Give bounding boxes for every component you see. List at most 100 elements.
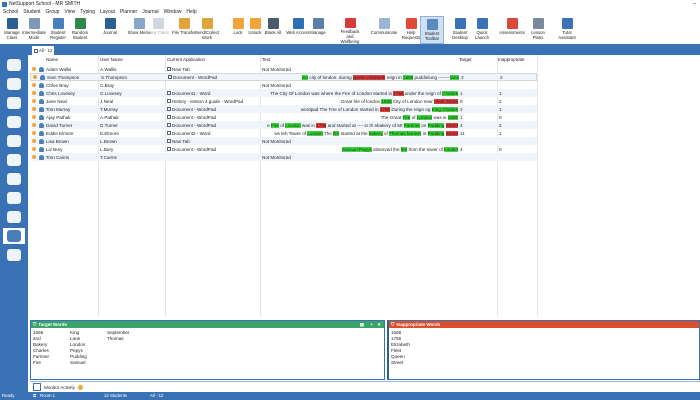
sidebar-presentation-button[interactable] <box>3 247 25 263</box>
menu-school[interactable]: School <box>3 9 18 15</box>
toolbar-random-student-button[interactable]: Random Student <box>68 16 92 44</box>
col-user[interactable]: User Name <box>100 57 123 64</box>
toolbar-student-register-button[interactable]: Student Register <box>46 16 70 44</box>
screen-icon <box>7 154 21 166</box>
student-name: Liz Bury <box>46 146 63 152</box>
menu-group[interactable]: Group <box>46 9 60 15</box>
table-row[interactable]: David Turner D.Turner Document - WordPad e … <box>30 121 537 129</box>
menu-help[interactable]: Help <box>186 9 196 15</box>
table-row[interactable]: Chris Lovesey C.Lovesey Document1 - Word Th… <box>30 89 537 97</box>
text-segment: was in <box>432 114 448 120</box>
table-row[interactable]: Sam Thompson S.Thompson Document - WordPad… <box>30 73 537 81</box>
toolbar-manage-button[interactable]: Manage <box>306 16 330 44</box>
toolbar-tutor-assistant-button[interactable]: Tutor Assistant <box>555 16 579 44</box>
sidebar-disc-button[interactable] <box>3 209 25 225</box>
toolbar-file-transfer-button[interactable]: File Transfer <box>172 16 196 44</box>
student-grid: Name User Name Current Application Text … <box>28 55 700 317</box>
inappropriate-word: Street <box>445 122 458 128</box>
paste-icon[interactable]: ▤ <box>360 322 364 328</box>
sidebar-headset-button[interactable] <box>3 95 25 111</box>
toolbar-label: Communicate <box>370 30 398 35</box>
col-app[interactable]: Current Application <box>167 57 205 64</box>
table-row[interactable]: Ajay Pathak A.Pathak Document - WordPad The… <box>30 113 537 121</box>
toolbar-feedback-and-wellbeing-button[interactable]: Feedback and Wellbeing <box>338 16 362 44</box>
menu-student[interactable]: Student <box>23 9 40 15</box>
target-count: 1 <box>460 90 463 96</box>
sidebar-head-button[interactable] <box>3 114 25 130</box>
user-name: D.Turner <box>100 122 118 128</box>
text-segment: ws teh Tower of <box>274 130 308 136</box>
toolbar-manage-class-button[interactable]: Manage Class <box>0 16 24 44</box>
student-icon <box>39 114 44 120</box>
table-row[interactable]: Eddie Elmore E.Elmore Document2 - Word ws t… <box>30 129 537 137</box>
menu-planner[interactable]: Planner <box>120 9 137 15</box>
target-word: 1666 <box>447 114 458 120</box>
toolbar-label: File Transfer <box>172 30 196 35</box>
user-name: J.Neal <box>100 98 114 104</box>
toolbar-journal-button[interactable]: Journal <box>98 16 122 44</box>
user-name: A.Pathak <box>100 114 119 120</box>
current-application: New Tab <box>167 139 262 144</box>
group-icon <box>34 48 38 53</box>
app-name: Document1 - Word <box>172 90 211 96</box>
table-row[interactable]: Lisa Brown L.Brown New Tab Not Monitored <box>30 137 537 145</box>
menu-journal[interactable]: Journal <box>142 9 158 15</box>
sidebar-screen-button[interactable] <box>3 152 25 168</box>
menu-window[interactable]: Window <box>164 9 182 15</box>
toolbar-label: Student Register <box>49 30 66 40</box>
inappropriate-word: 1756 <box>379 106 391 112</box>
col-inappropriate[interactable]: Inappropriate <box>498 57 525 64</box>
monitor-activity[interactable]: Monitor Activity <box>30 381 700 392</box>
sidebar-home-button[interactable] <box>3 57 25 73</box>
table-row[interactable]: Liz Bury L.Bury Document - WordPad Samuel P… <box>30 145 537 153</box>
table-row[interactable]: Chloe Bray C.Bray Not Monitored <box>30 81 537 89</box>
toolbar-lesson-plans-button[interactable]: Lesson Plans <box>526 16 550 44</box>
toolbar-assessments-button[interactable]: Assessments <box>499 16 525 44</box>
status-icon <box>32 147 36 151</box>
menu-typing[interactable]: Typing <box>80 9 95 15</box>
col-text[interactable]: Text <box>262 57 270 64</box>
sidebar-globe-button[interactable] <box>3 133 25 149</box>
toolbar-label: Feedback and Wellbeing <box>340 29 360 44</box>
clock-icon <box>7 173 21 185</box>
user-name: C.Bray <box>100 82 115 88</box>
target-word-item[interactable]: Samuel <box>70 360 87 366</box>
col-target[interactable]: Target <box>459 57 472 64</box>
target-word-item[interactable]: Fire <box>33 360 49 366</box>
sidebar-clock-button[interactable] <box>3 171 25 187</box>
toolbar-send-collect-work-button[interactable]: Send/Collect Work <box>195 16 219 44</box>
table-row[interactable]: Jane Neal J.Neal History - lesson 4 guide … <box>30 97 537 105</box>
user-name: A.Wallis <box>100 66 117 72</box>
add-icon[interactable]: + <box>370 322 373 327</box>
text-segment: Not Monitored <box>262 154 291 160</box>
tutor-assistant-icon <box>561 18 573 29</box>
manage-icon <box>312 18 324 29</box>
sidebar-monitor-button[interactable] <box>3 76 25 92</box>
toolbar-intermediate-mode-button[interactable]: Intermediate Mode <box>22 16 46 44</box>
tab-all[interactable]: All - 12 <box>32 46 54 55</box>
inappropriate-word-item[interactable]: Street <box>391 360 410 366</box>
toolbar-view-client-button[interactable]: View Client <box>146 16 170 44</box>
shield-icon: ⛉ <box>391 322 395 327</box>
table-row[interactable]: Adam Wallis A.Wallis New Tab Not Monitored <box>30 65 537 73</box>
table-row[interactable]: Tom Murray T.Murray Document - WordPad word… <box>30 105 537 113</box>
minimize-button[interactable]: – <box>693 1 696 7</box>
toolbar-quick-launch-button[interactable]: Quick Launch <box>470 16 494 44</box>
col-name[interactable]: Name <box>46 57 58 64</box>
toolbar-communicate-button[interactable]: Communicate <box>370 16 398 44</box>
word-icon <box>167 91 171 95</box>
menu-layout[interactable]: Layout <box>100 9 115 15</box>
app-name: New Tab <box>172 66 190 72</box>
menu-view[interactable]: View <box>64 9 75 15</box>
target-word: Pudding <box>427 130 445 136</box>
toolbar-blank-all-button[interactable]: Blank All <box>261 16 285 44</box>
toolbar-student-toolbar-button[interactable]: Student Toolbar <box>420 16 444 44</box>
toolbar-student-desktop-button[interactable]: Student Desktop <box>448 16 472 44</box>
sidebar-printer-button[interactable] <box>3 190 25 206</box>
target-word-item[interactable]: Thomas <box>107 336 129 342</box>
table-row[interactable]: Tom Cairns T.Cairns Not Monitored <box>30 153 537 161</box>
target-words-column: 1666 2nd Bakery Charles Farriner Fire <box>33 330 49 366</box>
sidebar-grid-monitor-button[interactable] <box>3 228 25 244</box>
close-icon[interactable]: ✕ <box>377 322 381 328</box>
file-transfer-icon <box>178 18 190 29</box>
